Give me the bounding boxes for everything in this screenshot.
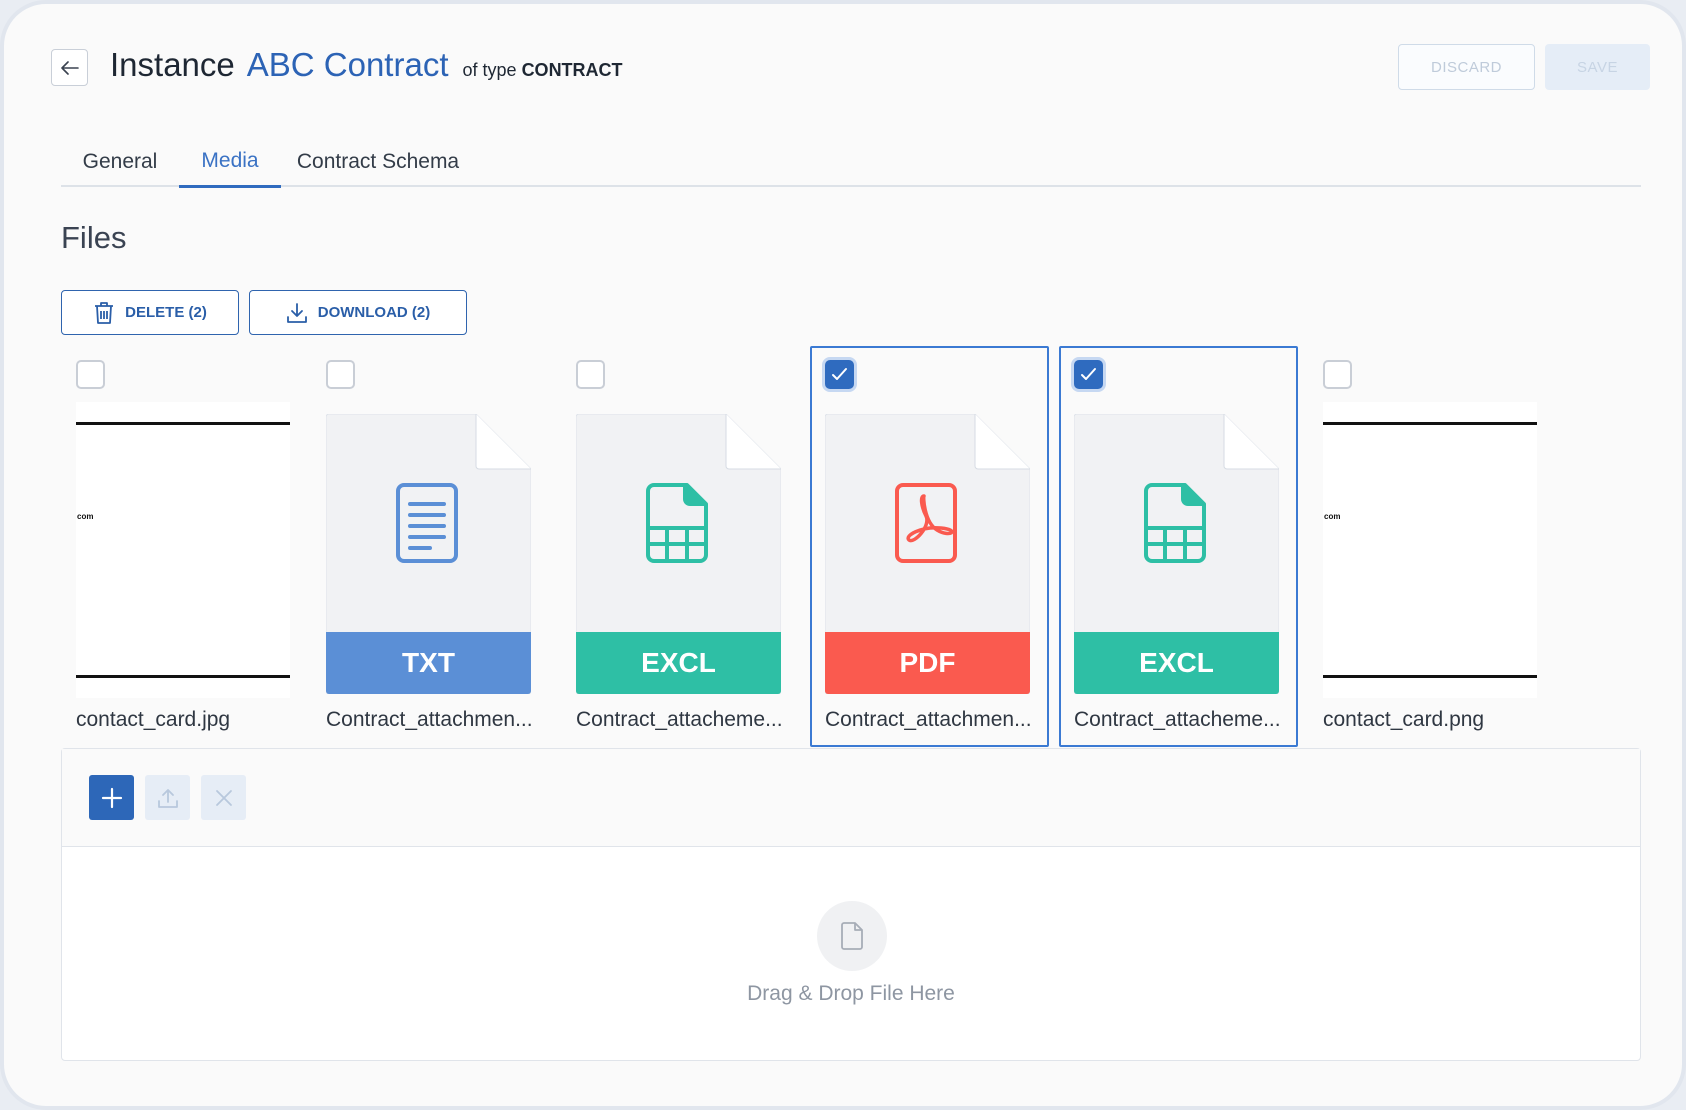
upload-toolbar: [62, 749, 1640, 847]
save-button[interactable]: SAVE: [1545, 44, 1650, 90]
file-checkbox[interactable]: [76, 360, 105, 389]
file-card[interactable]: com contact_card.png: [1308, 346, 1547, 747]
close-icon: [215, 789, 232, 806]
file-checkbox[interactable]: [326, 360, 355, 389]
file-name: contact_card.png: [1323, 708, 1485, 731]
discard-button[interactable]: DISCARD: [1398, 44, 1535, 90]
file-card[interactable]: TXT Contract_attachmen...: [311, 346, 550, 747]
file-card[interactable]: PDF Contract_attachmen...: [810, 346, 1049, 747]
file-name: Contract_attachmen...: [326, 708, 533, 731]
file-icon-txt: TXT: [326, 414, 531, 694]
plus-icon: [101, 787, 122, 808]
file-type-label: EXCL: [576, 632, 781, 694]
image-thumbnail: com: [1323, 402, 1537, 698]
download-button[interactable]: DOWNLOAD (2): [249, 290, 467, 335]
thumbnail-text: com: [1324, 512, 1341, 521]
title-prefix: Instance: [110, 46, 235, 83]
file-name: Contract_attacheme...: [576, 708, 783, 731]
file-checkbox[interactable]: [1074, 360, 1103, 389]
type-name: CONTRACT: [521, 60, 623, 80]
back-button[interactable]: [51, 49, 88, 86]
text-document-icon: [396, 483, 458, 563]
add-file-button[interactable]: [89, 775, 134, 820]
file-type-label: PDF: [825, 632, 1030, 694]
file-icon: [841, 922, 863, 950]
file-card[interactable]: EXCL Contract_attacheme...: [1059, 346, 1298, 747]
tab-general[interactable]: General: [61, 136, 179, 187]
thumbnail-text: com: [77, 512, 94, 521]
type-prefix: of type: [462, 60, 517, 80]
tab-contract-schema[interactable]: Contract Schema: [281, 136, 475, 187]
file-icon-pdf: PDF: [825, 414, 1030, 694]
pdf-icon: [895, 483, 957, 563]
download-label: DOWNLOAD (2): [317, 304, 431, 321]
file-icon-excel: EXCL: [576, 414, 781, 694]
file-type-label: TXT: [326, 632, 531, 694]
drop-zone-icon[interactable]: [817, 901, 887, 971]
clear-button[interactable]: [201, 775, 246, 820]
file-upload-panel: Drag & Drop File Here: [61, 748, 1641, 1061]
spreadsheet-icon: [646, 483, 708, 563]
arrow-left-icon: [60, 60, 79, 75]
drop-zone-text: Drag & Drop File Here: [747, 982, 955, 1005]
file-name: Contract_attacheme...: [1074, 708, 1281, 731]
delete-label: DELETE (2): [125, 304, 207, 321]
tab-media[interactable]: Media: [179, 136, 281, 188]
instance-name: ABC Contract: [246, 46, 449, 83]
page-title: Instance ABC Contract of type CONTRACT: [110, 46, 623, 90]
file-checkbox[interactable]: [576, 360, 605, 389]
app-window: Instance ABC Contract of type CONTRACT D…: [0, 0, 1686, 1110]
check-icon: [1081, 368, 1096, 380]
file-card[interactable]: com contact_card.jpg: [61, 346, 300, 747]
trash-icon: [95, 301, 114, 324]
instance-type: of type CONTRACT: [463, 60, 623, 81]
file-checkbox[interactable]: [1323, 360, 1352, 389]
check-icon: [832, 368, 847, 380]
file-card[interactable]: EXCL Contract_attacheme...: [561, 346, 800, 747]
download-icon: [286, 302, 307, 323]
tab-bar: General Media Contract Schema: [61, 136, 1641, 188]
files-heading: Files: [61, 220, 127, 255]
spreadsheet-icon: [1144, 483, 1206, 563]
upload-button[interactable]: [145, 775, 190, 820]
file-icon-excel: EXCL: [1074, 414, 1279, 694]
file-name: contact_card.jpg: [76, 708, 231, 731]
file-name: Contract_attachmen...: [825, 708, 1032, 731]
file-type-label: EXCL: [1074, 632, 1279, 694]
delete-button[interactable]: DELETE (2): [61, 290, 239, 335]
file-checkbox[interactable]: [825, 360, 854, 389]
upload-icon: [157, 788, 178, 808]
image-thumbnail: com: [76, 402, 290, 698]
